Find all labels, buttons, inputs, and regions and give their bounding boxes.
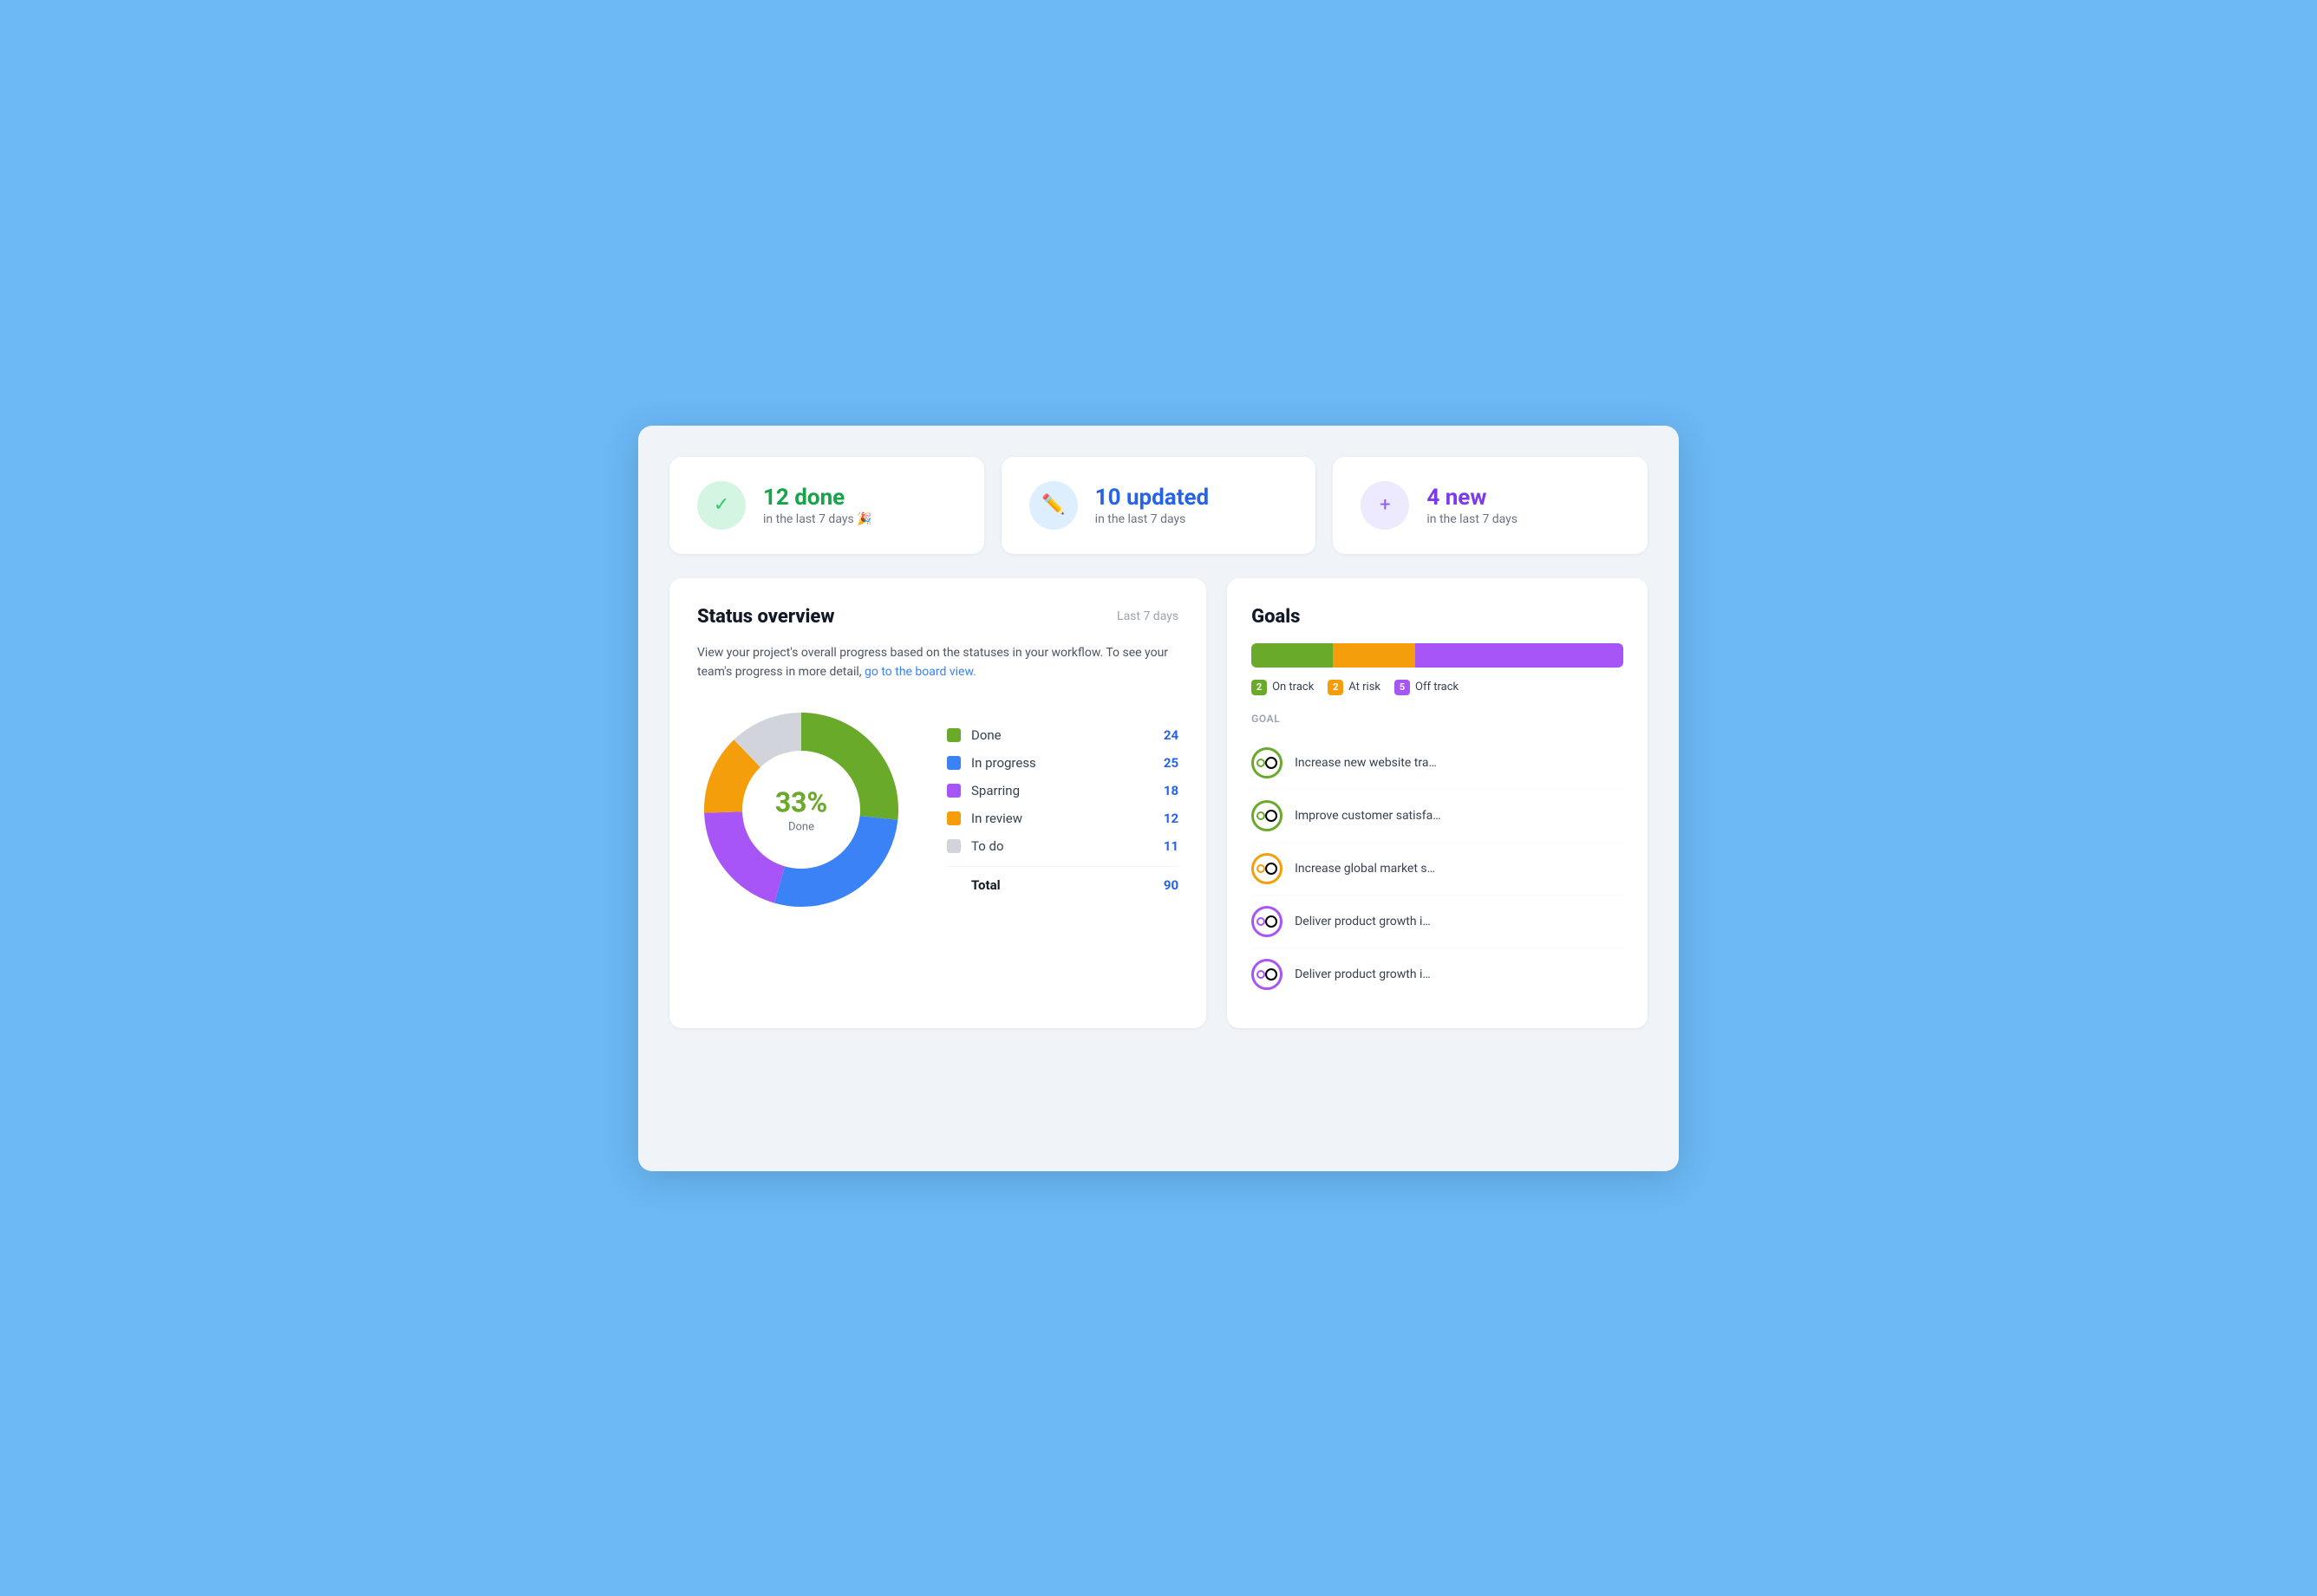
updated-count: 10 updated	[1095, 485, 1210, 511]
legend-item-done: Done 24	[947, 727, 1178, 743]
at-risk-badge: 2	[1328, 680, 1343, 695]
status-overview-card: Status overview Last 7 days View your pr…	[669, 578, 1206, 1028]
goals-col-header: Goal	[1251, 713, 1623, 725]
stat-card-updated: ✏️ 10 updated in the last 7 days	[1002, 457, 1316, 554]
donut-center: 33% Done	[775, 786, 827, 834]
chart-area: 33% Done Done 24 In progress 25	[697, 706, 1178, 914]
goal-name-5: Deliver product growth i…	[1295, 967, 1431, 981]
legend-total-row: Total 90	[947, 866, 1178, 893]
status-card-header: Status overview Last 7 days	[697, 606, 1178, 628]
goal-item-5[interactable]: Deliver product growth i…	[1251, 948, 1623, 1000]
goal-item-1[interactable]: Increase new website tra…	[1251, 737, 1623, 790]
goal-item-3[interactable]: Increase global market s…	[1251, 843, 1623, 896]
updated-icon: ✏️	[1029, 481, 1078, 530]
main-content: Status overview Last 7 days View your pr…	[669, 578, 1648, 1028]
off-track-label: Off track	[1415, 681, 1459, 694]
legend-value-done: 24	[1164, 727, 1178, 743]
legend-item-inreview: In review 12	[947, 811, 1178, 826]
done-sub: in the last 7 days 🎉	[763, 512, 872, 526]
legend-at-risk: 2 At risk	[1328, 680, 1380, 695]
on-track-badge: 2	[1251, 680, 1267, 695]
stat-cards-row: ✓ 12 done in the last 7 days 🎉 ✏️ 10 upd…	[669, 457, 1648, 554]
legend-color-inreview	[947, 811, 961, 825]
on-track-label: On track	[1272, 681, 1314, 694]
new-count: 4 new	[1426, 485, 1517, 511]
legend-item-todo: To do 11	[947, 838, 1178, 854]
goals-title: Goals	[1251, 606, 1623, 628]
total-label: Total	[971, 877, 1164, 893]
status-title: Status overview	[697, 606, 834, 628]
donut-percent: 33%	[775, 786, 827, 819]
board-view-link[interactable]: go to the board view.	[865, 665, 976, 679]
goal-name-3: Increase global market s…	[1295, 862, 1435, 876]
goal-icon-2	[1251, 800, 1283, 831]
goal-item-4[interactable]: Deliver product growth i…	[1251, 896, 1623, 948]
legend-color-done	[947, 728, 961, 742]
at-risk-label: At risk	[1348, 681, 1380, 694]
legend-color-todo	[947, 839, 961, 853]
legend-name-inreview: In review	[971, 811, 1164, 826]
done-count: 12 done	[763, 485, 872, 511]
total-value: 90	[1164, 877, 1178, 893]
goal-icon-1	[1251, 747, 1283, 778]
status-description: View your project's overall progress bas…	[697, 643, 1178, 682]
goal-icon-3	[1251, 853, 1283, 884]
legend-name-todo: To do	[971, 838, 1164, 854]
donut-chart: 33% Done	[697, 706, 905, 914]
legend-name-sparring: Sparring	[971, 783, 1164, 798]
legend-item-sparring: Sparring 18	[947, 783, 1178, 798]
goals-progress-legend: 2 On track 2 At risk 5 Off track	[1251, 680, 1623, 695]
legend-value-inreview: 12	[1164, 811, 1178, 826]
status-period: Last 7 days	[1117, 609, 1178, 623]
legend-value-inprogress: 25	[1164, 755, 1178, 771]
progress-at-risk	[1333, 643, 1414, 668]
goal-icon-5	[1251, 959, 1283, 990]
goal-name-2: Improve customer satisfa…	[1295, 809, 1441, 823]
goal-name-1: Increase new website tra…	[1295, 756, 1437, 770]
new-sub: in the last 7 days	[1426, 512, 1517, 526]
goal-icon-4	[1251, 906, 1283, 937]
legend-on-track: 2 On track	[1251, 680, 1314, 695]
legend-name-inprogress: In progress	[971, 755, 1164, 771]
goals-progress-bar	[1251, 643, 1623, 668]
legend-color-sparring	[947, 784, 961, 798]
stat-card-new: + 4 new in the last 7 days	[1333, 457, 1648, 554]
legend-value-sparring: 18	[1164, 783, 1178, 798]
legend-off-track: 5 Off track	[1394, 680, 1459, 695]
new-icon: +	[1361, 481, 1409, 530]
goals-card: Goals 2 On track 2 At risk 5 Of	[1227, 578, 1648, 1028]
progress-on-track	[1251, 643, 1333, 668]
done-icon: ✓	[697, 481, 746, 530]
updated-sub: in the last 7 days	[1095, 512, 1210, 526]
donut-center-label: Done	[775, 821, 827, 834]
goal-name-4: Deliver product growth i…	[1295, 915, 1431, 928]
off-track-badge: 5	[1394, 680, 1410, 695]
legend-value-todo: 11	[1164, 838, 1178, 854]
legend-item-inprogress: In progress 25	[947, 755, 1178, 771]
legend-name-done: Done	[971, 727, 1164, 743]
chart-legend: Done 24 In progress 25 Sparring 18	[947, 727, 1178, 893]
stat-card-done: ✓ 12 done in the last 7 days 🎉	[669, 457, 984, 554]
progress-off-track	[1415, 643, 1623, 668]
goal-item-2[interactable]: Improve customer satisfa…	[1251, 790, 1623, 843]
app-window: ✓ 12 done in the last 7 days 🎉 ✏️ 10 upd…	[638, 426, 1679, 1171]
legend-color-inprogress	[947, 756, 961, 770]
